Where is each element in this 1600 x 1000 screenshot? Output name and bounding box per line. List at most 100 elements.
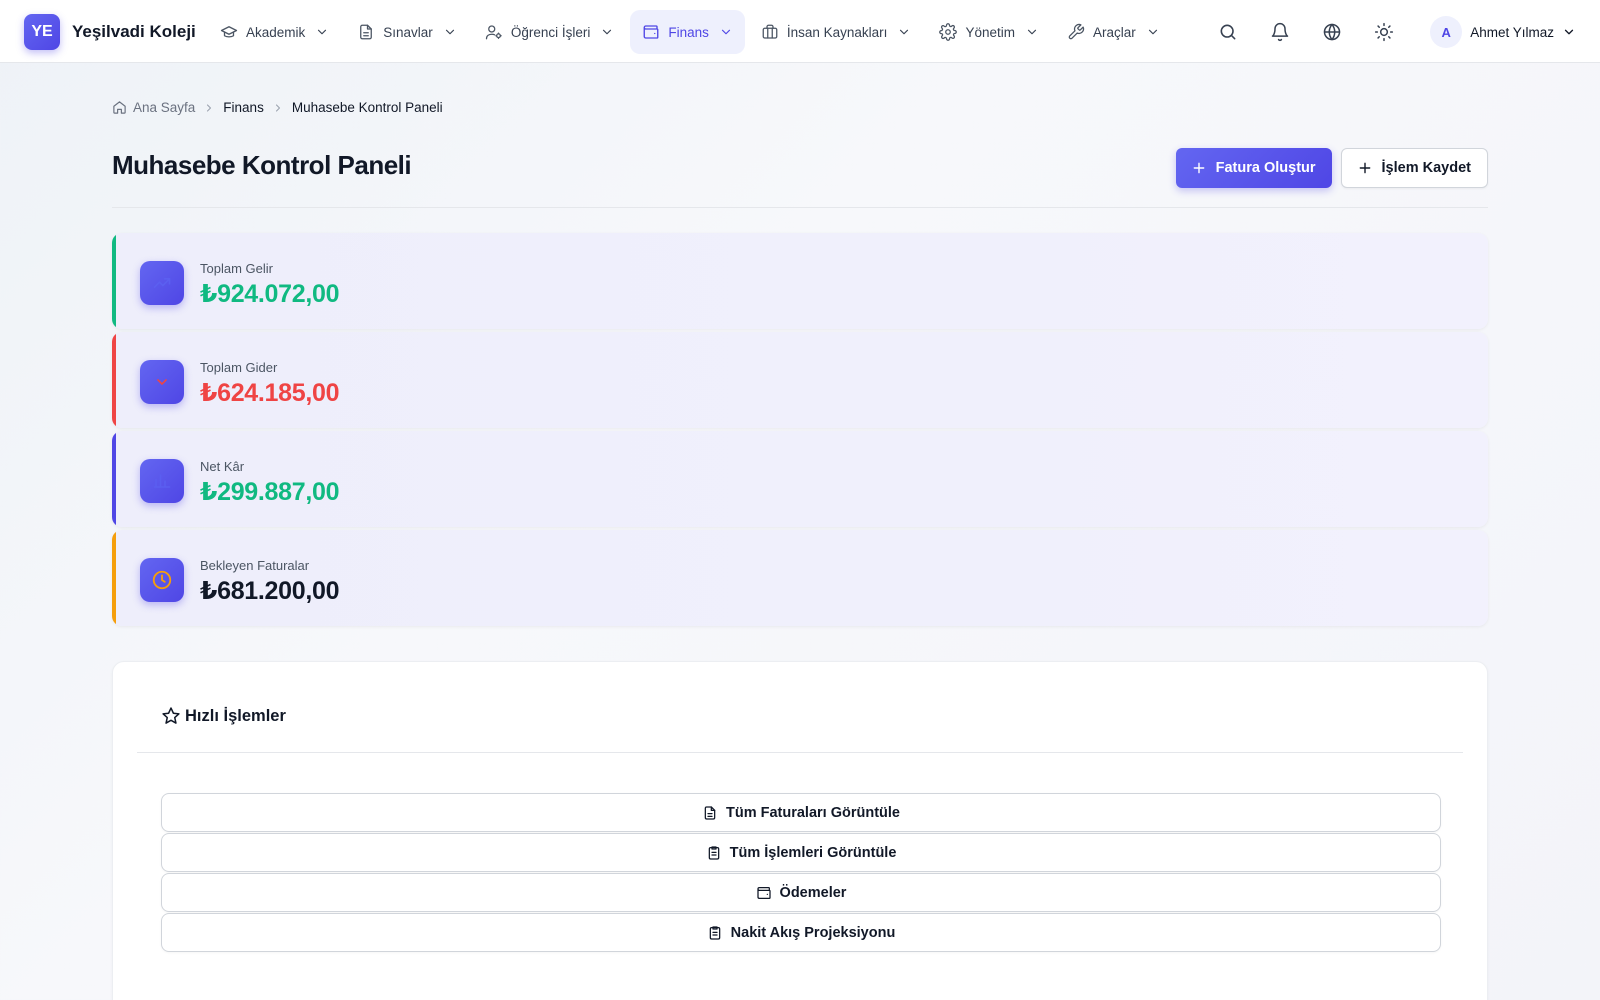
page-title: Muhasebe Kontrol Paneli xyxy=(112,150,412,180)
user-name: Ahmet Yılmaz xyxy=(1470,24,1554,40)
chevron-down-icon xyxy=(721,29,730,35)
create-invoice-label: Fatura Oluştur xyxy=(1215,160,1316,176)
nav-item-yonetim[interactable]: Yönetim xyxy=(927,10,1051,54)
stat-label: Toplam Gelir xyxy=(200,261,273,276)
brand[interactable]: YE Yeşilvadi Koleji xyxy=(24,14,196,50)
graduation-cap-icon xyxy=(220,23,238,41)
create-invoice-button[interactable]: Fatura Oluştur xyxy=(1175,148,1332,188)
view-all-transactions-button[interactable]: Tüm İşlemleri Görüntüle xyxy=(161,833,1441,872)
chevron-down-icon xyxy=(1564,29,1574,35)
view-all-invoices-button[interactable]: Tüm Faturaları Görüntüle xyxy=(161,793,1441,832)
quick-action-label: Nakit Akış Projeksiyonu xyxy=(730,924,896,941)
chevron-down-icon xyxy=(603,29,612,35)
quick-action-label: Ödemeler xyxy=(779,884,847,901)
clock-icon xyxy=(140,558,184,602)
main-nav: Akademik Sınavlar Öğrenci İşleri Finans xyxy=(208,10,1176,54)
nav-item-insan-kaynaklari[interactable]: İnsan Kaynakları xyxy=(749,10,924,54)
document-icon xyxy=(704,805,716,820)
chart-icon xyxy=(140,459,184,503)
cash-flow-projection-button[interactable]: Nakit Akış Projeksiyonu xyxy=(161,913,1441,952)
clipboard-icon xyxy=(709,925,720,940)
brand-logo: YE xyxy=(24,14,60,50)
stat-label: Bekleyen Faturalar xyxy=(200,558,310,573)
globe-icon xyxy=(1323,23,1341,41)
nav-label: Öğrenci İşleri xyxy=(510,24,591,40)
payments-button[interactable]: Ödemeler xyxy=(161,873,1441,912)
sun-icon xyxy=(1375,22,1394,42)
chevron-down-icon xyxy=(1027,29,1037,35)
stat-label: Toplam Gider xyxy=(200,360,278,375)
gear-icon xyxy=(939,23,958,41)
stat-card-net-profit: Net Kâr ₺299.887,00 xyxy=(112,431,1488,527)
stat-value: ₺924.072,00 xyxy=(200,280,340,308)
quick-actions-divider xyxy=(137,752,1463,753)
clipboard-icon xyxy=(708,845,719,860)
breadcrumb-home-label: Ana Sayfa xyxy=(133,100,196,115)
top-navbar: YE Yeşilvadi Koleji Akademik Sınavlar Öğ… xyxy=(0,0,1600,63)
header-divider xyxy=(112,207,1488,208)
nav-label: İnsan Kaynakları xyxy=(786,24,888,40)
stats-list: Toplam Gelir ₺924.072,00 Toplam Gider ₺6… xyxy=(112,233,1488,629)
breadcrumb: Ana Sayfa Finans Muhasebe Kontrol Paneli xyxy=(112,100,443,115)
stat-accent xyxy=(112,233,116,329)
header-actions: Fatura Oluştur İşlem Kaydet xyxy=(1175,148,1488,188)
stat-accent xyxy=(112,431,116,527)
plus-icon xyxy=(1359,162,1370,174)
stat-label: Net Kâr xyxy=(200,459,245,474)
wallet-icon xyxy=(756,886,771,899)
quick-action-label: Tüm Faturaları Görüntüle xyxy=(725,804,900,821)
user-menu[interactable]: A Ahmet Yılmaz xyxy=(1430,16,1576,48)
trend-up-icon xyxy=(140,261,184,305)
nav-item-sinavlar[interactable]: Sınavlar xyxy=(345,10,469,54)
quick-action-label: Tüm İşlemleri Görüntüle xyxy=(729,844,897,861)
wrench-icon xyxy=(1067,23,1085,41)
stat-value: ₺299.887,00 xyxy=(200,478,340,506)
chevron-right-icon xyxy=(203,102,215,114)
nav-item-finans[interactable]: Finans xyxy=(630,10,745,54)
breadcrumb-home[interactable]: Ana Sayfa xyxy=(112,100,195,115)
nav-label: Finans xyxy=(668,24,709,40)
record-transaction-label: İşlem Kaydet xyxy=(1381,160,1471,176)
chevron-down-icon xyxy=(900,29,909,35)
stat-card-total-expense: Toplam Gider ₺624.185,00 xyxy=(112,332,1488,428)
chevron-down-icon xyxy=(318,29,327,35)
nav-label: Sınavlar xyxy=(383,24,433,40)
nav-label: Akademik xyxy=(246,24,306,40)
chevron-right-icon xyxy=(272,102,284,114)
stat-value: ₺624.185,00 xyxy=(200,379,340,407)
theme-toggle-button[interactable] xyxy=(1364,12,1404,52)
record-transaction-button[interactable]: İşlem Kaydet xyxy=(1340,148,1488,188)
breadcrumb-current: Muhasebe Kontrol Paneli xyxy=(291,100,443,115)
user-settings-icon xyxy=(485,23,503,41)
home-icon xyxy=(113,101,126,114)
star-icon xyxy=(162,707,180,724)
quick-actions-list: Tüm Faturaları Görüntüle Tüm İşlemleri G… xyxy=(161,793,1441,953)
document-icon xyxy=(357,23,375,41)
chevron-down-icon xyxy=(1148,29,1157,35)
chevron-down-icon xyxy=(445,29,454,35)
chevron-down-icon xyxy=(140,360,184,404)
navbar-actions: A Ahmet Yılmaz xyxy=(1196,12,1576,52)
nav-item-araclar[interactable]: Araçlar xyxy=(1055,10,1172,54)
stat-card-pending-invoices: Bekleyen Faturalar ₺681.200,00 xyxy=(112,530,1488,626)
quick-actions-card: Hızlı İşlemler Tüm Faturaları Görüntüle … xyxy=(112,661,1488,1000)
brand-name: Yeşilvadi Koleji xyxy=(72,22,196,41)
quick-actions-header: Hızlı İşlemler xyxy=(161,706,286,726)
stat-value: ₺681.200,00 xyxy=(200,577,340,605)
quick-actions-title: Hızlı İşlemler xyxy=(185,706,286,725)
search-icon xyxy=(1220,24,1236,40)
breadcrumb-finans[interactable]: Finans xyxy=(223,100,264,115)
search-button[interactable] xyxy=(1208,12,1248,52)
nav-label: Yönetim xyxy=(965,24,1015,40)
nav-item-ogrenci-isleri[interactable]: Öğrenci İşleri xyxy=(473,10,627,54)
stat-card-total-income: Toplam Gelir ₺924.072,00 xyxy=(112,233,1488,329)
notifications-button[interactable] xyxy=(1260,12,1300,52)
stat-accent xyxy=(112,530,116,626)
nav-label: Araçlar xyxy=(1092,24,1136,40)
stat-accent xyxy=(112,332,116,428)
bell-icon xyxy=(1271,22,1289,42)
language-button[interactable] xyxy=(1312,12,1352,52)
briefcase-icon xyxy=(761,23,779,41)
avatar: A xyxy=(1430,16,1463,48)
nav-item-akademik[interactable]: Akademik xyxy=(208,10,341,54)
